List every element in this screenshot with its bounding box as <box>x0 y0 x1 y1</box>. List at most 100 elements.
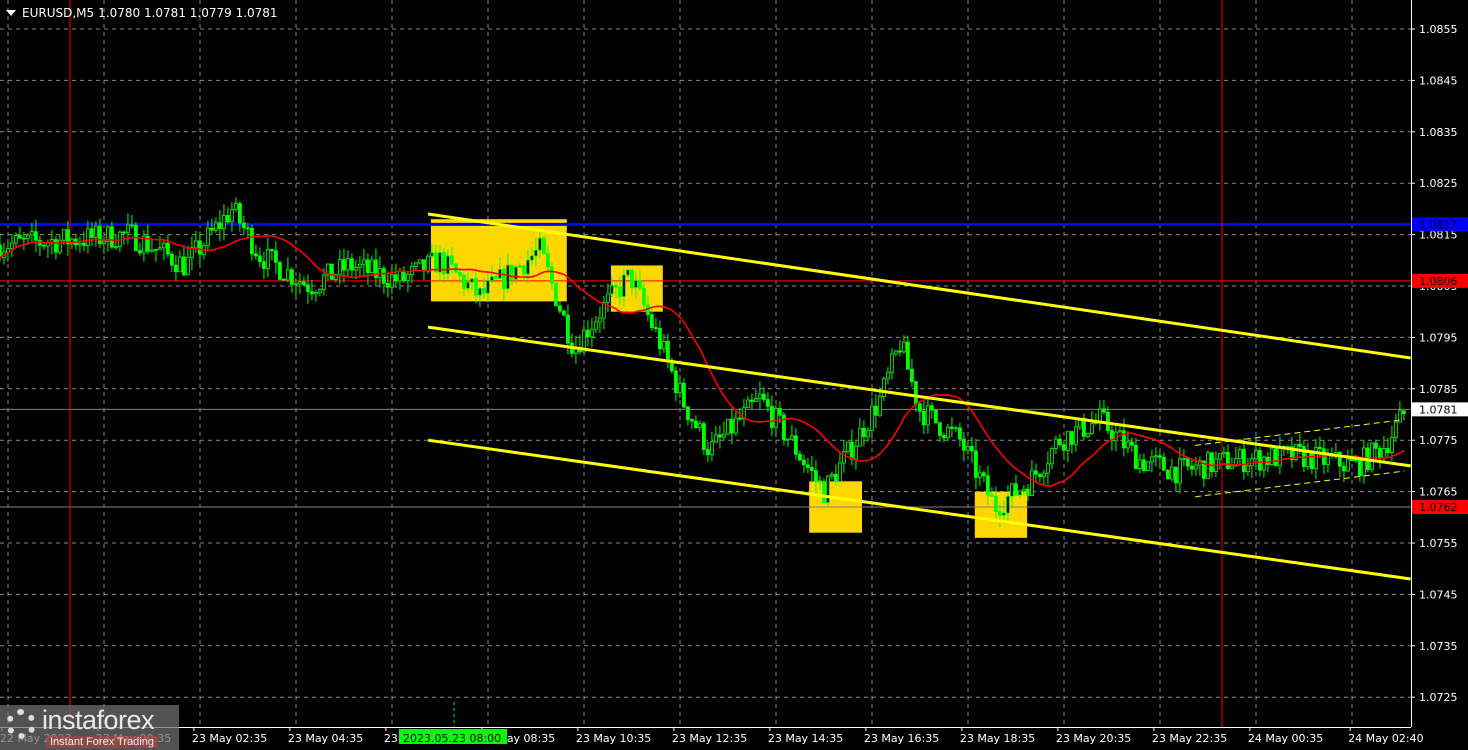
price-tick-label: 1.0745 <box>1419 588 1458 601</box>
candle-body <box>666 340 670 361</box>
candle-body <box>362 259 366 265</box>
candle-body <box>322 274 326 290</box>
candle-body <box>942 435 946 439</box>
candle-body <box>1194 464 1198 470</box>
candle-body <box>1314 447 1318 470</box>
candle-body <box>814 470 818 482</box>
candle-body <box>278 261 282 280</box>
candle-body <box>1354 459 1358 462</box>
candle-body <box>198 240 202 255</box>
candle-body <box>482 288 486 294</box>
candle-body <box>102 240 106 244</box>
candle-body <box>1142 459 1146 471</box>
candle-body <box>682 382 686 408</box>
time-tick-label: 23 May 10:35 <box>576 732 651 745</box>
candle-body <box>754 398 758 402</box>
candle-body <box>750 399 754 402</box>
candle-body <box>490 276 494 282</box>
candle-body <box>858 427 862 447</box>
candle-body <box>730 418 734 434</box>
candle-body <box>970 445 974 452</box>
candle-body <box>370 259 374 273</box>
candle-body <box>1390 437 1394 453</box>
candle-body <box>342 259 346 271</box>
candle-body <box>1374 442 1378 449</box>
price-chart[interactable]: 1.08551.08451.08351.08251.08151.08051.07… <box>0 0 1468 750</box>
gear-icon <box>6 709 36 739</box>
candle-body <box>1134 444 1138 470</box>
candle-body <box>422 259 426 272</box>
candle-body <box>358 263 362 268</box>
candle-body <box>1006 495 1010 514</box>
candle-body <box>1066 431 1070 451</box>
candle-body <box>1362 447 1366 477</box>
candle-body <box>1166 469 1170 480</box>
candle-body <box>14 235 18 244</box>
candle-body <box>962 438 966 451</box>
candle-body <box>786 438 790 441</box>
candle-body <box>546 253 550 268</box>
candle-body <box>1210 452 1214 472</box>
candle-body <box>634 280 638 288</box>
price-tick-label: 1.0795 <box>1419 331 1458 344</box>
candle-body <box>82 242 86 246</box>
price-tick-label: 1.0735 <box>1419 640 1458 653</box>
candle-body <box>486 280 490 294</box>
candle-body <box>1190 465 1194 470</box>
candle-body <box>990 494 994 497</box>
candle-body <box>542 237 546 255</box>
candle-body <box>446 255 450 275</box>
candle-body <box>466 281 470 289</box>
time-tick-label: 23 May 12:35 <box>672 732 747 745</box>
candle-body <box>882 378 886 397</box>
price-tick-label: 1.0835 <box>1419 126 1458 139</box>
candle-body <box>1146 461 1150 471</box>
candle-body <box>1386 448 1390 453</box>
candle-body <box>1258 450 1262 471</box>
price-level-label: 1.0806 <box>1419 275 1458 288</box>
candle-body <box>1034 470 1038 475</box>
candle-body <box>478 288 482 296</box>
candle-body <box>94 225 98 238</box>
candle-body <box>1162 456 1166 471</box>
candle-body <box>346 258 350 271</box>
candle-body <box>1242 449 1246 473</box>
candle-body <box>122 231 126 234</box>
candle-body <box>386 282 390 288</box>
candle-body <box>894 350 898 355</box>
candle-body <box>290 269 294 285</box>
candle-body <box>42 244 46 247</box>
candle-body <box>818 480 822 483</box>
candle-body <box>270 248 274 252</box>
candle-body <box>810 467 814 471</box>
candle-body <box>1206 452 1210 479</box>
candle-body <box>1370 442 1374 471</box>
candle-body <box>1018 490 1022 496</box>
candle-body <box>274 250 278 263</box>
candle-body <box>1158 455 1162 458</box>
candle-body <box>854 445 858 460</box>
dashed-channel-line <box>1195 470 1405 498</box>
dropdown-triangle-icon[interactable] <box>6 10 16 16</box>
candle-body <box>710 441 714 456</box>
candle-body <box>1070 431 1074 445</box>
candle-body <box>178 256 182 273</box>
candle-body <box>502 268 506 290</box>
price-level-label: 1.0762 <box>1419 501 1458 514</box>
candle-body <box>694 420 698 429</box>
candle-body <box>1098 408 1102 422</box>
candle-body <box>130 224 134 227</box>
price-tick-label: 1.0855 <box>1419 23 1458 36</box>
candle-body <box>806 464 810 468</box>
candle-body <box>802 459 806 466</box>
candle-body <box>22 237 26 240</box>
candle-body <box>1358 459 1362 477</box>
candle-body <box>1138 459 1142 470</box>
candle-body <box>1014 483 1018 496</box>
candle-body <box>998 511 1002 516</box>
candle-body <box>282 278 286 281</box>
candle-body <box>474 278 478 296</box>
candle-body <box>214 222 218 231</box>
candle-body <box>174 264 178 273</box>
candle-body <box>1230 465 1234 469</box>
